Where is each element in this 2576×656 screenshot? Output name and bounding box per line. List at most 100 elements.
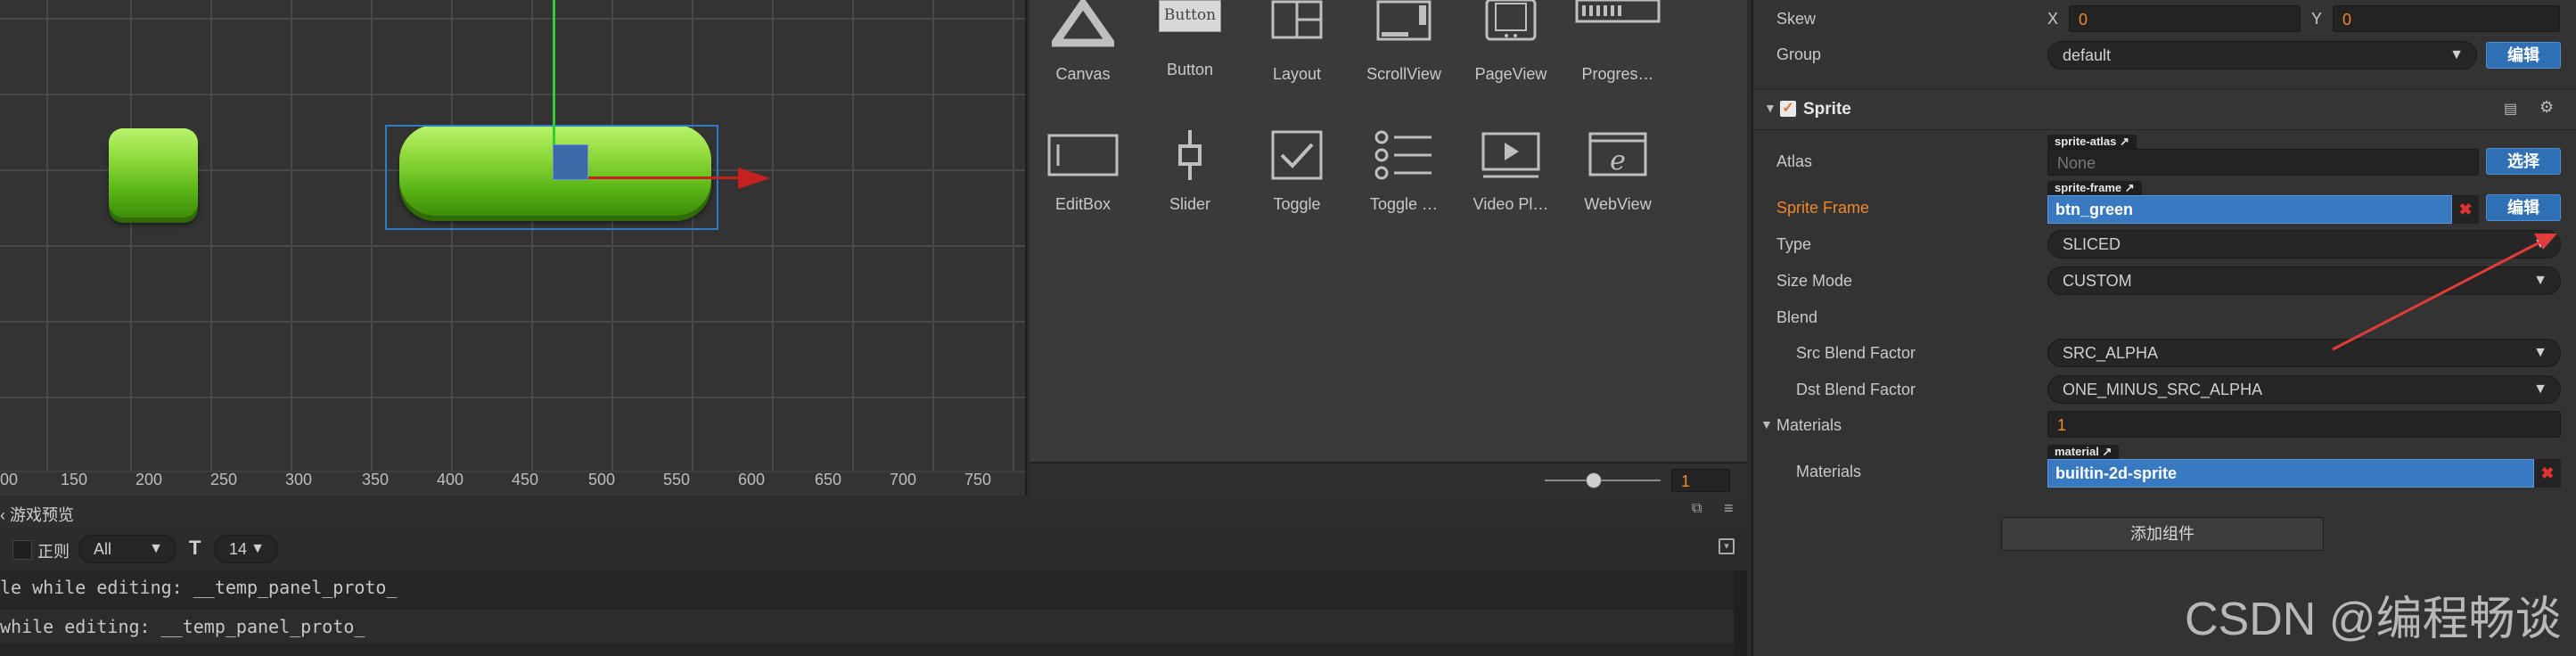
grid-line: [852, 0, 854, 472]
widget-label: Progres…: [1581, 65, 1654, 83]
widget-editbox[interactable]: EditBox: [1030, 130, 1136, 214]
chevron-down-icon: ▼: [2449, 47, 2464, 62]
ruler-label: 700: [890, 471, 917, 488]
zoom-slider-handle[interactable]: [1586, 472, 1602, 488]
gizmo-center-handle[interactable]: [553, 144, 588, 180]
slider-icon: [1178, 130, 1202, 180]
pageview-icon: [1485, 0, 1537, 41]
gizmo-x-arrow-icon[interactable]: [738, 168, 770, 189]
ruler-label: 550: [663, 471, 691, 488]
grid-line: [451, 0, 453, 472]
sprite-frame-edit-button[interactable]: 编辑: [2486, 194, 2561, 221]
scene-view[interactable]: 00 150 200 250 300 350 400 450 500 550 6…: [0, 0, 1027, 496]
atlas-field[interactable]: None: [2047, 149, 2479, 176]
skew-x-input[interactable]: 0: [2069, 5, 2301, 32]
collapse-icon[interactable]: ▾: [1719, 538, 1735, 554]
ruler-label: 250: [210, 471, 238, 488]
widget-toggle-group[interactable]: Toggle …: [1350, 130, 1457, 214]
widget-label: WebView: [1584, 195, 1652, 213]
zoom-slider-track[interactable]: [1545, 480, 1661, 481]
sprite-frame-field[interactable]: btn_green: [2047, 195, 2452, 224]
log-filter-value: All: [94, 540, 112, 558]
material-field[interactable]: builtin-2d-sprite: [2047, 459, 2534, 488]
group-edit-button[interactable]: 编辑: [2486, 42, 2561, 69]
button-icon-text: Button: [1159, 0, 1221, 32]
ruler-label: 450: [512, 471, 539, 488]
tab-game-preview[interactable]: ‹ 游戏预览: [0, 503, 74, 526]
grid-line: [130, 0, 132, 472]
dst-blend-select[interactable]: ONE_MINUS_SRC_ALPHA ▼: [2047, 375, 2561, 404]
console-scrollbar[interactable]: [1734, 570, 1747, 656]
gear-icon[interactable]: ⚙: [2539, 98, 2554, 117]
dst-blend-label: Dst Blend Factor: [1796, 381, 1916, 398]
add-component-button[interactable]: 添加组件: [2001, 517, 2324, 551]
expand-arrow-icon[interactable]: ▼: [1764, 101, 1776, 115]
atlas-label: Atlas: [1776, 152, 1813, 170]
grid-line: [0, 18, 1025, 20]
grid-line: [692, 0, 693, 472]
sprite-enabled-checkbox[interactable]: ✓: [1780, 101, 1796, 117]
materials-count-input[interactable]: 1: [2047, 411, 2561, 438]
tag-text: material: [2055, 445, 2099, 458]
log-filter-select[interactable]: All ▼: [78, 535, 176, 563]
grid-line: [611, 0, 613, 472]
widget-webview[interactable]: e WebView: [1564, 130, 1671, 214]
group-label: Group: [1776, 45, 1822, 63]
type-value: SLICED: [2063, 235, 2121, 253]
skew-label: Skew: [1776, 10, 1817, 28]
chevron-left-icon: ‹: [0, 506, 10, 524]
editbox-icon: [1047, 134, 1119, 176]
atlas-select-button[interactable]: 选择: [2486, 148, 2561, 175]
materials-expand-icon[interactable]: ▼: [1760, 417, 1773, 431]
size-mode-value: CUSTOM: [2063, 272, 2132, 290]
sprite-component-header[interactable]: ▼ ✓ Sprite ▤ ⚙: [1753, 89, 2576, 130]
popout-icon[interactable]: ⧉: [1692, 501, 1702, 517]
grid-line: [0, 321, 1025, 323]
materials-item-label: Materials: [1796, 463, 1862, 480]
book-icon[interactable]: ▤: [2504, 100, 2517, 118]
chevron-down-icon: ▼: [2533, 381, 2547, 397]
skew-x-label: X: [2047, 10, 2059, 28]
tab-label: 游戏预览: [10, 506, 74, 524]
console-toolbar: 正则 All ▼ T 14 ▼ ▾: [0, 528, 1747, 572]
blend-label: Blend: [1776, 308, 1818, 326]
sprite-frame-label: Sprite Frame: [1776, 199, 1870, 217]
ruler-label: 500: [588, 471, 616, 488]
widget-library-panel: Canvas Button Button Layout ScrollView P…: [1030, 0, 1747, 496]
menu-icon[interactable]: ≡: [1724, 499, 1734, 518]
widget-pageview[interactable]: PageView: [1457, 0, 1564, 84]
widget-progressbar[interactable]: Progres…: [1564, 0, 1671, 84]
font-size-select[interactable]: 14 ▼: [214, 535, 278, 563]
dst-blend-value: ONE_MINUS_SRC_ALPHA: [2063, 381, 2263, 398]
regex-checkbox[interactable]: [12, 540, 32, 560]
group-select[interactable]: default ▼: [2047, 41, 2477, 70]
sprite-node-small[interactable]: [109, 128, 198, 217]
console-log-line: le while editing: __temp_panel_proto_: [0, 570, 1734, 604]
widget-layout[interactable]: Layout: [1243, 0, 1350, 84]
widget-label: Toggle …: [1369, 195, 1439, 213]
clear-material-icon[interactable]: ✖: [2534, 459, 2561, 488]
ruler-label: 650: [815, 471, 842, 488]
clear-sprite-frame-icon[interactable]: ✖: [2452, 195, 2479, 224]
grid-line: [932, 0, 934, 472]
sprite-frame-tag: sprite-frame ↗: [2047, 181, 2142, 195]
widget-videoplayer[interactable]: Video Pl…: [1457, 130, 1564, 214]
widget-slider[interactable]: Slider: [1136, 130, 1243, 214]
widget-button[interactable]: Button Button: [1136, 0, 1243, 79]
widget-label: Layout: [1272, 65, 1322, 83]
type-label: Type: [1776, 235, 1812, 253]
skew-y-input[interactable]: 0: [2333, 5, 2560, 32]
material-tag: material ↗: [2047, 445, 2120, 459]
widget-toggle[interactable]: Toggle: [1243, 130, 1350, 214]
grid-line: [531, 0, 533, 472]
external-link-icon: ↗: [2120, 135, 2129, 148]
widget-scrollview[interactable]: ScrollView: [1350, 0, 1457, 84]
gizmo-y-axis[interactable]: [553, 0, 555, 150]
font-size-value: 14: [229, 540, 248, 558]
widget-canvas[interactable]: Canvas: [1030, 0, 1136, 84]
zoom-input[interactable]: 1: [1671, 469, 1730, 492]
toggle-group-icon: [1374, 130, 1432, 180]
grid-line: [291, 0, 292, 472]
widget-label: ScrollView: [1366, 65, 1441, 83]
tag-text: sprite-frame: [2055, 181, 2122, 194]
